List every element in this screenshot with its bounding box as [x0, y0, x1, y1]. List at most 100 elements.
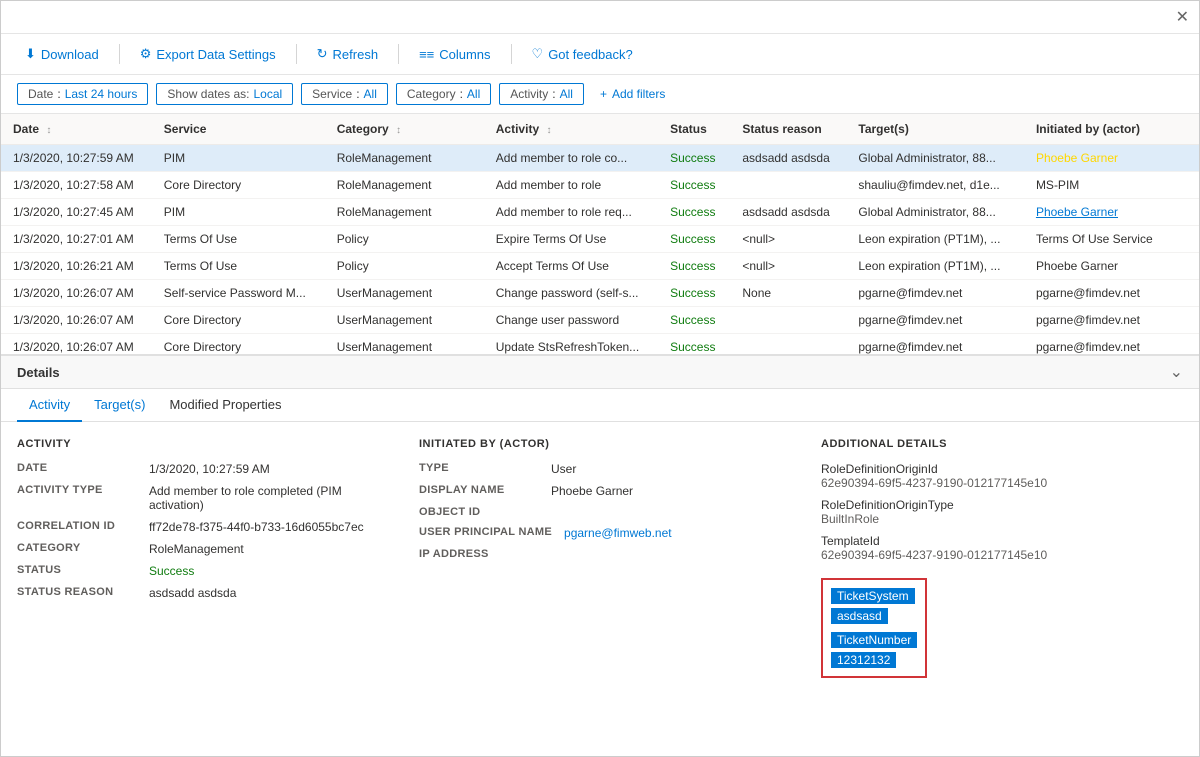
table-row[interactable]: 1/3/2020, 10:27:59 AMPIMRoleManagementAd…	[1, 145, 1199, 172]
refresh-button[interactable]: ↻ Refresh	[309, 42, 386, 66]
col-date[interactable]: Date ↕	[1, 114, 152, 145]
detail-type-row: TYPE User	[419, 462, 781, 476]
activity-filter[interactable]: Activity : All	[499, 83, 584, 105]
table-cell: <null>	[730, 253, 846, 280]
table-cell: <null>	[730, 226, 846, 253]
ticket-number-value-chip: 12312132	[831, 652, 896, 668]
col-activity[interactable]: Activity ↕	[484, 114, 658, 145]
display-name-label: DISPLAY NAME	[419, 484, 539, 498]
upn-value[interactable]: pgarne@fimweb.net	[564, 526, 672, 540]
sort-icon-activity: ↕	[546, 125, 551, 136]
tab-targets[interactable]: Target(s)	[82, 389, 157, 422]
filter-bar: Date : Last 24 hours Show dates as: Loca…	[1, 75, 1199, 114]
detail-status-row: STATUS Success	[17, 564, 379, 578]
additional-section-title: ADDITIONAL DETAILS	[821, 438, 1183, 450]
collapse-button[interactable]: ⌄	[1170, 362, 1183, 382]
table-cell: Leon expiration (PT1M), ...	[846, 253, 1024, 280]
details-tabs: Activity Target(s) Modified Properties	[1, 389, 1199, 422]
table-cell: Success	[658, 226, 730, 253]
detail-date-row: DATE 1/3/2020, 10:27:59 AM	[17, 462, 379, 476]
tab-activity[interactable]: Activity	[17, 389, 82, 422]
table-cell: RoleManagement	[325, 145, 484, 172]
show-dates-value: Local	[253, 87, 282, 101]
table-cell: pgarne@fimdev.net	[1024, 280, 1199, 307]
title-bar: ✕	[1, 1, 1199, 34]
table-cell: None	[730, 280, 846, 307]
table-row[interactable]: 1/3/2020, 10:27:01 AMTerms Of UsePolicyE…	[1, 226, 1199, 253]
table-row[interactable]: 1/3/2020, 10:27:58 AMCore DirectoryRoleM…	[1, 172, 1199, 199]
detail-ip-row: IP ADDRESS	[419, 548, 781, 560]
col-service[interactable]: Service	[152, 114, 325, 145]
table-row[interactable]: 1/3/2020, 10:26:07 AMCore DirectoryUserM…	[1, 307, 1199, 334]
table-row[interactable]: 1/3/2020, 10:26:07 AMSelf-service Passwo…	[1, 280, 1199, 307]
table-cell: shauliu@fimdev.net, d1e...	[846, 172, 1024, 199]
details-section: Details ⌄ Activity Target(s) Modified Pr…	[1, 354, 1199, 694]
activity-section-title: ACTIVITY	[17, 438, 379, 450]
download-button[interactable]: ⬇ Download	[17, 42, 107, 66]
show-dates-label: Show dates as:	[167, 87, 249, 101]
table-cell	[730, 172, 846, 199]
highlighted-additional-box: TicketSystem asdsasd TicketNumber 123121…	[821, 578, 927, 678]
table-cell: MS-PIM	[1024, 172, 1199, 199]
upn-label: USER PRINCIPAL NAME	[419, 526, 552, 540]
category-label: Category	[407, 87, 456, 101]
category-filter[interactable]: Category : All	[396, 83, 491, 105]
col-category[interactable]: Category ↕	[325, 114, 484, 145]
activity-col: ACTIVITY DATE 1/3/2020, 10:27:59 AM ACTI…	[17, 438, 379, 678]
table-cell: 1/3/2020, 10:27:58 AM	[1, 172, 152, 199]
table-header-row: Date ↕ Service Category ↕ Activity ↕ Sta…	[1, 114, 1199, 145]
table-cell: RoleManagement	[325, 199, 484, 226]
table-cell: Leon expiration (PT1M), ...	[846, 226, 1024, 253]
table-row[interactable]: 1/3/2020, 10:27:45 AMPIMRoleManagementAd…	[1, 199, 1199, 226]
separator-2	[296, 44, 297, 64]
table-cell: Success	[658, 280, 730, 307]
table-row[interactable]: 1/3/2020, 10:26:21 AMTerms Of UsePolicyA…	[1, 253, 1199, 280]
export-button[interactable]: ⚙ Export Data Settings	[132, 42, 284, 66]
table-cell: Core Directory	[152, 307, 325, 334]
table-cell: PIM	[152, 199, 325, 226]
table-cell: 1/3/2020, 10:26:21 AM	[1, 253, 152, 280]
table-cell: Global Administrator, 88...	[846, 199, 1024, 226]
table-row[interactable]: 1/3/2020, 10:26:07 AMCore DirectoryUserM…	[1, 334, 1199, 355]
table-cell: Change user password	[484, 307, 658, 334]
col-initiated-by[interactable]: Initiated by (actor)	[1024, 114, 1199, 145]
tab-modified-properties[interactable]: Modified Properties	[157, 389, 293, 422]
date-label: DATE	[17, 462, 137, 476]
table-cell: Success	[658, 172, 730, 199]
table-cell: asdsadd asdsda	[730, 145, 846, 172]
show-dates-filter[interactable]: Show dates as: Local	[156, 83, 293, 105]
table-cell: 1/3/2020, 10:27:45 AM	[1, 199, 152, 226]
feedback-button[interactable]: ♡ Got feedback?	[524, 42, 641, 66]
add-filter-button[interactable]: + Add filters	[592, 84, 673, 104]
col-status[interactable]: Status	[658, 114, 730, 145]
table-cell: UserManagement	[325, 334, 484, 355]
table-cell: Update StsRefreshToken...	[484, 334, 658, 355]
date-filter[interactable]: Date : Last 24 hours	[17, 83, 148, 105]
table-cell: pgarne@fimdev.net	[846, 334, 1024, 355]
main-window: ✕ ⬇ Download ⚙ Export Data Settings ↻ Re…	[0, 0, 1200, 757]
table-cell	[730, 334, 846, 355]
service-filter[interactable]: Service : All	[301, 83, 388, 105]
table-cell: Global Administrator, 88...	[846, 145, 1024, 172]
columns-button[interactable]: ≡≡ Columns	[411, 43, 498, 66]
detail-activity-type-row: ACTIVITY TYPE Add member to role complet…	[17, 484, 379, 512]
table-cell: Phoebe Garner	[1024, 199, 1199, 226]
col-targets[interactable]: Target(s)	[846, 114, 1024, 145]
detail-correlation-row: CORRELATION ID ff72de78-f375-44f0-b733-1…	[17, 520, 379, 534]
table-cell: RoleManagement	[325, 172, 484, 199]
table-cell: Success	[658, 145, 730, 172]
detail-status-reason-row: STATUS REASON asdsadd asdsda	[17, 586, 379, 600]
table-cell: 1/3/2020, 10:26:07 AM	[1, 280, 152, 307]
type-label: TYPE	[419, 462, 539, 476]
details-header: Details ⌄	[1, 356, 1199, 389]
col-status-reason[interactable]: Status reason	[730, 114, 846, 145]
table-cell: 1/3/2020, 10:27:01 AM	[1, 226, 152, 253]
table-cell: Change password (self-s...	[484, 280, 658, 307]
table-cell: Core Directory	[152, 172, 325, 199]
category-detail-label: CATEGORY	[17, 542, 137, 556]
close-button[interactable]: ✕	[1176, 7, 1189, 27]
table-cell: Phoebe Garner	[1024, 253, 1199, 280]
audit-log-table-container: Date ↕ Service Category ↕ Activity ↕ Sta…	[1, 114, 1199, 354]
refresh-icon: ↻	[317, 46, 328, 62]
table-body: 1/3/2020, 10:27:59 AMPIMRoleManagementAd…	[1, 145, 1199, 355]
